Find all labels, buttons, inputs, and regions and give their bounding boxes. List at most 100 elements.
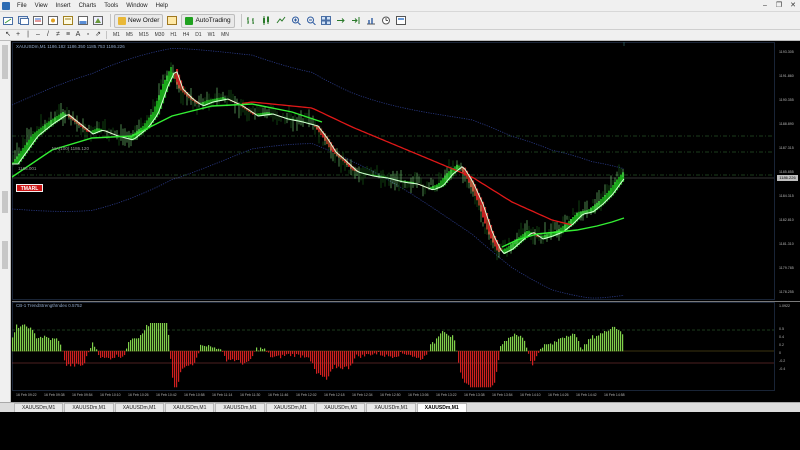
menu-help[interactable]: Help xyxy=(152,0,172,12)
menu-tools[interactable]: Tools xyxy=(100,0,122,12)
histogram-bar xyxy=(268,351,270,353)
timeframe-h1[interactable]: H1 xyxy=(167,30,179,40)
histogram-bar xyxy=(394,351,396,357)
trendline-icon[interactable]: / xyxy=(43,30,53,40)
restore-icon[interactable]: ❐ xyxy=(772,0,786,12)
menu-view[interactable]: View xyxy=(31,0,52,12)
histogram-bar xyxy=(172,351,174,378)
indicators-icon[interactable] xyxy=(365,14,378,28)
histogram-bar xyxy=(164,323,166,352)
histogram-bar xyxy=(572,333,574,352)
panel-grip[interactable] xyxy=(2,241,8,269)
histogram-bar xyxy=(144,330,146,352)
time-axis-label: 16 Feb 10:42 xyxy=(156,393,177,397)
time-axis-label: 16 Feb 10:58 xyxy=(184,393,205,397)
window-controls: – ❐ ✕ xyxy=(758,0,800,12)
histogram-bar xyxy=(78,351,80,365)
tester-icon[interactable] xyxy=(92,14,105,28)
histogram-bar xyxy=(272,351,274,358)
horizontal-line-icon[interactable]: – xyxy=(33,30,43,40)
histogram-bar xyxy=(244,351,246,364)
sub-pane-border xyxy=(12,302,775,391)
histogram-bar xyxy=(156,323,158,352)
chart-canvas[interactable] xyxy=(12,42,800,400)
new-order-button[interactable]: New Order xyxy=(114,13,164,28)
histogram-bar xyxy=(614,326,616,352)
histogram-bar xyxy=(116,351,118,355)
line-chart-icon[interactable] xyxy=(275,14,288,28)
profiles-icon[interactable] xyxy=(17,14,30,28)
tile-windows-icon[interactable] xyxy=(320,14,333,28)
chart-tab[interactable]: XAUUSDm,M1 xyxy=(316,403,366,412)
histogram-bar xyxy=(114,351,116,358)
terminal-icon[interactable] xyxy=(77,14,90,28)
crosshair-icon[interactable]: + xyxy=(13,30,23,40)
chart-tab[interactable]: XAUUSDm,M1 xyxy=(114,403,165,412)
histogram-bar xyxy=(60,344,62,352)
histogram-bar xyxy=(326,351,328,380)
menu-charts[interactable]: Charts xyxy=(75,0,101,12)
indicator-axis-label: 1.0922 xyxy=(779,304,790,308)
histogram-bar xyxy=(606,331,608,352)
histogram-bar xyxy=(84,351,86,364)
panel-grip[interactable] xyxy=(2,45,8,79)
histogram-bar xyxy=(248,351,250,362)
data-window-icon[interactable] xyxy=(47,14,60,28)
chart-shift-icon[interactable] xyxy=(335,14,348,28)
chart-tab[interactable]: XAUUSDm,M1 xyxy=(165,403,215,412)
time-axis-label: 16 Feb 13:38 xyxy=(464,393,485,397)
navigator-icon[interactable] xyxy=(62,14,75,28)
timeframe-m5[interactable]: M5 xyxy=(123,30,136,40)
close-icon[interactable]: ✕ xyxy=(786,0,800,12)
text-icon[interactable]: A xyxy=(73,30,83,40)
chart-tab[interactable]: XAUUSDm,M1 xyxy=(14,403,64,412)
cursor-icon[interactable]: ↖ xyxy=(3,30,13,40)
histogram-bar xyxy=(402,351,404,354)
bar-chart-icon[interactable] xyxy=(245,14,258,28)
timeframe-mn[interactable]: MN xyxy=(218,30,232,40)
label-icon[interactable]: ▫ xyxy=(83,30,93,40)
timeframe-m1[interactable]: M1 xyxy=(110,30,123,40)
histogram-bar xyxy=(106,351,108,358)
timeframe-h4[interactable]: H4 xyxy=(180,30,192,40)
chart-tab[interactable]: XAUUSDm,M1 xyxy=(215,403,265,412)
timeframe-d1[interactable]: D1 xyxy=(192,30,204,40)
timeframe-w1[interactable]: W1 xyxy=(205,30,219,40)
timeframe-m30[interactable]: M30 xyxy=(152,30,168,40)
histogram-bar xyxy=(568,336,570,352)
price-chart[interactable]: XAUUSDm,M1 1186.182 1186.350 1185.753 11… xyxy=(12,42,800,400)
menu-insert[interactable]: Insert xyxy=(52,0,75,12)
histogram-bar xyxy=(498,351,500,361)
fibonacci-icon[interactable]: ≡ xyxy=(63,30,73,40)
histogram-bar xyxy=(136,338,138,352)
histogram-bar xyxy=(126,348,128,352)
vertical-line-icon[interactable]: | xyxy=(23,30,33,40)
histogram-bar xyxy=(310,351,312,362)
toolbar-separator xyxy=(110,14,111,27)
autotrading-button[interactable]: AutoTrading xyxy=(181,13,235,28)
timeframe-m15[interactable]: M15 xyxy=(136,30,152,40)
arrow-icon[interactable]: ⇗ xyxy=(93,30,103,40)
histogram-bar xyxy=(620,331,622,352)
market-watch-icon[interactable] xyxy=(32,14,45,28)
new-chart-icon[interactable] xyxy=(2,14,15,28)
chart-tab[interactable]: XAUUSDm,M1 xyxy=(265,403,316,412)
chart-tab[interactable]: XAUUSDm,M1 xyxy=(64,403,114,412)
menu-window[interactable]: Window xyxy=(122,0,151,12)
periods-icon[interactable] xyxy=(380,14,393,28)
navigator-panel-collapsed[interactable] xyxy=(0,41,11,402)
histogram-bar xyxy=(622,334,624,352)
minimize-icon[interactable]: – xyxy=(758,0,772,12)
metaeditor-icon[interactable] xyxy=(166,14,179,28)
menu-file[interactable]: File xyxy=(13,0,31,12)
channel-icon[interactable]: ≠ xyxy=(53,30,63,40)
templates-icon[interactable] xyxy=(395,14,408,28)
candlestick-icon[interactable] xyxy=(260,14,273,28)
zoom-in-icon[interactable] xyxy=(290,14,303,28)
chart-tab-active[interactable]: XAUUSDm,M1 xyxy=(416,403,467,412)
tmarl-badge[interactable]: TMARL xyxy=(16,184,43,192)
zoom-out-icon[interactable] xyxy=(305,14,318,28)
chart-tab[interactable]: XAUUSDm,M1 xyxy=(366,403,416,412)
autoscroll-icon[interactable] xyxy=(350,14,363,28)
panel-grip[interactable] xyxy=(2,191,8,213)
